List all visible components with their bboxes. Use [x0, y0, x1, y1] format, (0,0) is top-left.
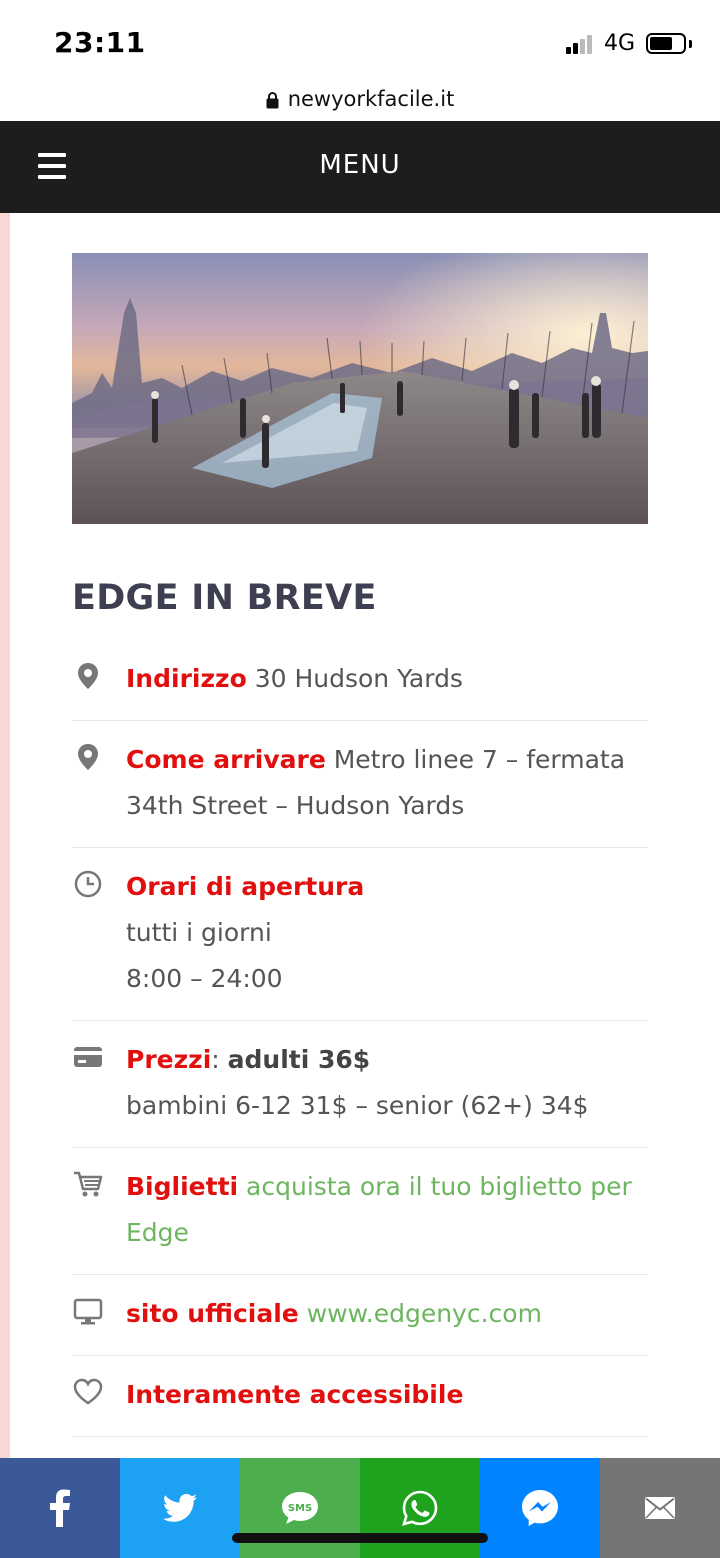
website-label: sito ufficiale [126, 1299, 299, 1328]
prices-others: bambini 6-12 31$ – senior (62+) 34$ [126, 1091, 589, 1120]
prices-label: Prezzi [126, 1045, 212, 1074]
hours-times: 8:00 – 24:00 [126, 964, 283, 993]
official-site-link[interactable]: www.edgenyc.com [307, 1299, 542, 1328]
address-text: Indirizzo 30 Hudson Yards [126, 656, 648, 702]
accessibility-text: Interamente accessibile [126, 1372, 648, 1418]
sms-icon-text: SMS [288, 1503, 312, 1514]
menu-label[interactable]: MENU [0, 150, 720, 180]
clock-icon [74, 870, 102, 898]
whatsapp-share-button[interactable] [360, 1458, 480, 1558]
directions-text: Come arrivare Metro linee 7 – fermata 34… [126, 737, 648, 829]
website-text: sito ufficiale www.edgenyc.com [126, 1291, 648, 1337]
address-value: 30 Hudson Yards [246, 664, 463, 693]
whatsapp-icon [402, 1490, 438, 1526]
info-item-tickets: Biglietti acquista ora il tuo biglietto … [72, 1148, 648, 1275]
twitter-icon [163, 1494, 197, 1522]
share-bar: SMS [0, 1458, 720, 1558]
location-pin-icon [78, 663, 98, 689]
email-share-button[interactable] [600, 1458, 720, 1558]
email-icon [645, 1497, 675, 1519]
tickets-text: Biglietti acquista ora il tuo biglietto … [126, 1164, 648, 1256]
status-time: 23:11 [54, 26, 146, 59]
url-bar[interactable]: newyorkfacile.it [0, 76, 720, 121]
hours-text: Orari di apertura tutti i giorni 8:00 – … [126, 864, 648, 1002]
tickets-label: Biglietti [126, 1172, 239, 1201]
menu-bar: MENU [0, 121, 720, 213]
signal-icon [566, 34, 596, 54]
monitor-icon [73, 1298, 103, 1325]
facebook-share-button[interactable] [0, 1458, 120, 1558]
lock-icon [266, 91, 279, 108]
hours-days: tutti i giorni [126, 918, 272, 947]
credit-card-icon [74, 1047, 102, 1067]
side-accent-strip [0, 213, 10, 1458]
sms-icon: SMS [282, 1492, 318, 1524]
info-item-directions: Come arrivare Metro linee 7 – fermata 34… [72, 721, 648, 848]
directions-label: Come arrivare [126, 745, 326, 774]
url-text: newyorkfacile.it [287, 86, 455, 111]
sms-share-button[interactable]: SMS [240, 1458, 360, 1558]
battery-tip [689, 40, 692, 48]
location-pin-icon [78, 744, 98, 770]
twitter-share-button[interactable] [120, 1458, 240, 1558]
battery-icon [646, 33, 686, 54]
info-list: Indirizzo 30 Hudson Yards Come arrivare … [72, 640, 648, 1437]
home-indicator [232, 1533, 488, 1543]
messenger-icon [522, 1490, 558, 1526]
hero-image [72, 253, 648, 524]
info-item-hours: Orari di apertura tutti i giorni 8:00 – … [72, 848, 648, 1021]
prices-text: Prezzi: adulti 36$ bambini 6-12 31$ – se… [126, 1037, 648, 1129]
status-bar: 23:11 4G [0, 0, 720, 76]
info-item-address: Indirizzo 30 Hudson Yards [72, 640, 648, 721]
info-item-accessibility: Interamente accessibile [72, 1356, 648, 1437]
address-label: Indirizzo [126, 664, 247, 693]
prices-separator: : [211, 1045, 228, 1074]
facebook-icon [50, 1489, 70, 1527]
network-label: 4G [604, 31, 636, 56]
shopping-cart-icon [74, 1171, 103, 1197]
heart-icon [73, 1378, 103, 1405]
prices-adults: adulti 36$ [227, 1045, 371, 1074]
hours-label: Orari di apertura [126, 872, 365, 901]
messenger-share-button[interactable] [480, 1458, 600, 1558]
info-item-website: sito ufficiale www.edgenyc.com [72, 1275, 648, 1356]
info-item-prices: Prezzi: adulti 36$ bambini 6-12 31$ – se… [72, 1021, 648, 1148]
section-title: EDGE IN BREVE [72, 578, 377, 618]
accessibility-label: Interamente accessibile [126, 1380, 464, 1409]
